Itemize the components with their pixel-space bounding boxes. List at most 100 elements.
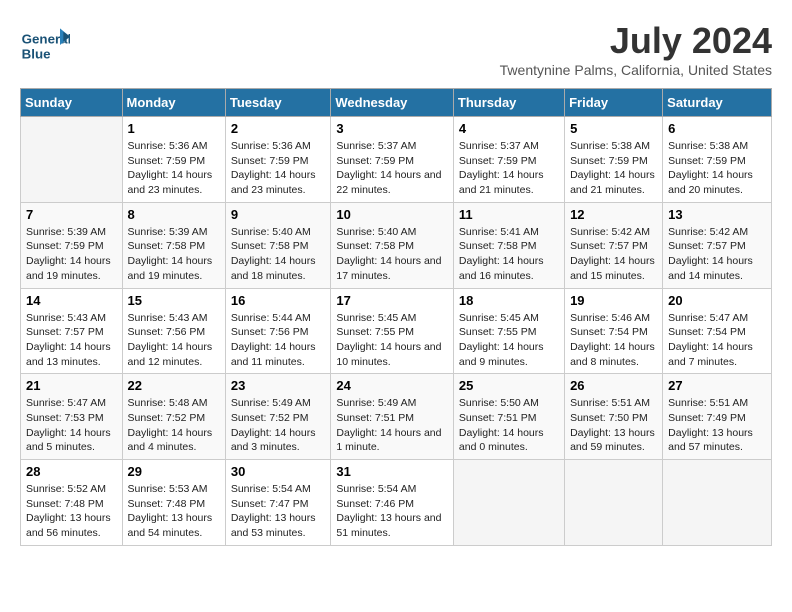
calendar-day-cell: 30Sunrise: 5:54 AM Sunset: 7:47 PM Dayli… xyxy=(225,460,331,546)
day-number: 29 xyxy=(128,464,220,479)
calendar-day-cell: 12 Sunrise: 5:42 AM Sunset: 7:57 PM Dayli… xyxy=(565,202,663,288)
calendar-day-cell xyxy=(453,460,564,546)
calendar-day-cell: 19 Sunrise: 5:46 AM Sunset: 7:54 PM Dayli… xyxy=(565,288,663,374)
logo-icon: General Blue xyxy=(20,20,70,70)
day-number: 6 xyxy=(668,121,766,136)
calendar-day-cell: 2 Sunrise: 5:36 AM Sunset: 7:59 PM Daylig… xyxy=(225,117,331,203)
calendar-day-cell: 20 Sunrise: 5:47 AM Sunset: 7:54 PM Dayli… xyxy=(663,288,772,374)
day-info: Sunrise: 5:39 AM Sunset: 7:58 PM Dayligh… xyxy=(128,225,220,284)
day-info: Sunrise: 5:46 AM Sunset: 7:54 PM Dayligh… xyxy=(570,311,657,370)
day-number: 22 xyxy=(128,378,220,393)
calendar-day-cell xyxy=(21,117,123,203)
day-info: Sunrise: 5:45 AM Sunset: 7:55 PM Dayligh… xyxy=(459,311,559,370)
day-number: 19 xyxy=(570,293,657,308)
calendar-day-cell: 10 Sunrise: 5:40 AM Sunset: 7:58 PM Dayli… xyxy=(331,202,454,288)
calendar-week-row: 1 Sunrise: 5:36 AM Sunset: 7:59 PM Daylig… xyxy=(21,117,772,203)
day-number: 25 xyxy=(459,378,559,393)
day-number: 2 xyxy=(231,121,326,136)
day-number: 24 xyxy=(336,378,448,393)
calendar-day-cell: 22Sunrise: 5:48 AM Sunset: 7:52 PM Dayli… xyxy=(122,374,225,460)
day-info: Sunrise: 5:54 AM Sunset: 7:47 PM Dayligh… xyxy=(231,482,326,541)
calendar-day-cell: 6 Sunrise: 5:38 AM Sunset: 7:59 PM Daylig… xyxy=(663,117,772,203)
calendar-day-cell: 11 Sunrise: 5:41 AM Sunset: 7:58 PM Dayli… xyxy=(453,202,564,288)
day-info: Sunrise: 5:49 AM Sunset: 7:52 PM Dayligh… xyxy=(231,396,326,455)
day-info: Sunrise: 5:42 AM Sunset: 7:57 PM Dayligh… xyxy=(570,225,657,284)
day-number: 9 xyxy=(231,207,326,222)
calendar-day-cell: 13 Sunrise: 5:42 AM Sunset: 7:57 PM Dayli… xyxy=(663,202,772,288)
day-info: Sunrise: 5:39 AM Sunset: 7:59 PM Dayligh… xyxy=(26,225,117,284)
day-info: Sunrise: 5:54 AM Sunset: 7:46 PM Dayligh… xyxy=(336,482,448,541)
day-number: 18 xyxy=(459,293,559,308)
day-info: Sunrise: 5:38 AM Sunset: 7:59 PM Dayligh… xyxy=(570,139,657,198)
day-number: 15 xyxy=(128,293,220,308)
day-info: Sunrise: 5:47 AM Sunset: 7:54 PM Dayligh… xyxy=(668,311,766,370)
day-info: Sunrise: 5:36 AM Sunset: 7:59 PM Dayligh… xyxy=(231,139,326,198)
calendar-day-cell: 9 Sunrise: 5:40 AM Sunset: 7:58 PM Daylig… xyxy=(225,202,331,288)
calendar-day-cell: 24 Sunrise: 5:49 AM Sunset: 7:51 PM Dayli… xyxy=(331,374,454,460)
calendar-day-cell: 16Sunrise: 5:44 AM Sunset: 7:56 PM Dayli… xyxy=(225,288,331,374)
day-info: Sunrise: 5:36 AM Sunset: 7:59 PM Dayligh… xyxy=(128,139,220,198)
calendar-day-cell: 21 Sunrise: 5:47 AM Sunset: 7:53 PM Dayli… xyxy=(21,374,123,460)
day-info: Sunrise: 5:51 AM Sunset: 7:50 PM Dayligh… xyxy=(570,396,657,455)
calendar-day-cell: 18 Sunrise: 5:45 AM Sunset: 7:55 PM Dayli… xyxy=(453,288,564,374)
calendar-day-cell: 25 Sunrise: 5:50 AM Sunset: 7:51 PM Dayli… xyxy=(453,374,564,460)
day-of-week-header: Saturday xyxy=(663,89,772,117)
calendar-week-row: 14 Sunrise: 5:43 AM Sunset: 7:57 PM Dayli… xyxy=(21,288,772,374)
calendar-day-cell: 28 Sunrise: 5:52 AM Sunset: 7:48 PM Dayli… xyxy=(21,460,123,546)
page-header: General Blue July 2024 Twentynine Palms,… xyxy=(20,20,772,78)
day-info: Sunrise: 5:50 AM Sunset: 7:51 PM Dayligh… xyxy=(459,396,559,455)
day-number: 23 xyxy=(231,378,326,393)
day-info: Sunrise: 5:43 AM Sunset: 7:56 PM Dayligh… xyxy=(128,311,220,370)
day-of-week-header: Monday xyxy=(122,89,225,117)
day-number: 28 xyxy=(26,464,117,479)
calendar-week-row: 28 Sunrise: 5:52 AM Sunset: 7:48 PM Dayli… xyxy=(21,460,772,546)
calendar-day-cell: 15 Sunrise: 5:43 AM Sunset: 7:56 PM Dayli… xyxy=(122,288,225,374)
day-info: Sunrise: 5:43 AM Sunset: 7:57 PM Dayligh… xyxy=(26,311,117,370)
day-number: 13 xyxy=(668,207,766,222)
day-number: 31 xyxy=(336,464,448,479)
day-info: Sunrise: 5:45 AM Sunset: 7:55 PM Dayligh… xyxy=(336,311,448,370)
day-info: Sunrise: 5:51 AM Sunset: 7:49 PM Dayligh… xyxy=(668,396,766,455)
calendar-week-row: 21 Sunrise: 5:47 AM Sunset: 7:53 PM Dayli… xyxy=(21,374,772,460)
day-info: Sunrise: 5:47 AM Sunset: 7:53 PM Dayligh… xyxy=(26,396,117,455)
day-number: 7 xyxy=(26,207,117,222)
calendar-day-cell: 8 Sunrise: 5:39 AM Sunset: 7:58 PM Daylig… xyxy=(122,202,225,288)
day-info: Sunrise: 5:40 AM Sunset: 7:58 PM Dayligh… xyxy=(231,225,326,284)
calendar-day-cell: 29 Sunrise: 5:53 AM Sunset: 7:48 PM Dayli… xyxy=(122,460,225,546)
calendar-day-cell: 3Sunrise: 5:37 AM Sunset: 7:59 PM Daylig… xyxy=(331,117,454,203)
month-year-title: July 2024 xyxy=(500,20,772,62)
day-info: Sunrise: 5:49 AM Sunset: 7:51 PM Dayligh… xyxy=(336,396,448,455)
day-number: 12 xyxy=(570,207,657,222)
svg-text:Blue: Blue xyxy=(22,46,51,61)
day-number: 10 xyxy=(336,207,448,222)
calendar-day-cell: 4Sunrise: 5:37 AM Sunset: 7:59 PM Daylig… xyxy=(453,117,564,203)
calendar-week-row: 7 Sunrise: 5:39 AM Sunset: 7:59 PM Daylig… xyxy=(21,202,772,288)
day-info: Sunrise: 5:52 AM Sunset: 7:48 PM Dayligh… xyxy=(26,482,117,541)
calendar-day-cell: 23 Sunrise: 5:49 AM Sunset: 7:52 PM Dayli… xyxy=(225,374,331,460)
day-number: 20 xyxy=(668,293,766,308)
day-number: 1 xyxy=(128,121,220,136)
calendar-day-cell xyxy=(565,460,663,546)
calendar-day-cell: 17 Sunrise: 5:45 AM Sunset: 7:55 PM Dayli… xyxy=(331,288,454,374)
day-info: Sunrise: 5:38 AM Sunset: 7:59 PM Dayligh… xyxy=(668,139,766,198)
calendar-day-cell: 31 Sunrise: 5:54 AM Sunset: 7:46 PM Dayli… xyxy=(331,460,454,546)
day-number: 11 xyxy=(459,207,559,222)
day-info: Sunrise: 5:40 AM Sunset: 7:58 PM Dayligh… xyxy=(336,225,448,284)
day-of-week-header: Sunday xyxy=(21,89,123,117)
day-info: Sunrise: 5:37 AM Sunset: 7:59 PM Dayligh… xyxy=(459,139,559,198)
day-info: Sunrise: 5:41 AM Sunset: 7:58 PM Dayligh… xyxy=(459,225,559,284)
day-info: Sunrise: 5:44 AM Sunset: 7:56 PM Dayligh… xyxy=(231,311,326,370)
day-number: 21 xyxy=(26,378,117,393)
logo: General Blue xyxy=(20,20,70,70)
day-number: 17 xyxy=(336,293,448,308)
day-info: Sunrise: 5:42 AM Sunset: 7:57 PM Dayligh… xyxy=(668,225,766,284)
calendar-header-row: SundayMondayTuesdayWednesdayThursdayFrid… xyxy=(21,89,772,117)
day-of-week-header: Wednesday xyxy=(331,89,454,117)
day-number: 26 xyxy=(570,378,657,393)
location-text: Twentynine Palms, California, United Sta… xyxy=(500,62,772,78)
day-number: 27 xyxy=(668,378,766,393)
day-info: Sunrise: 5:53 AM Sunset: 7:48 PM Dayligh… xyxy=(128,482,220,541)
day-of-week-header: Tuesday xyxy=(225,89,331,117)
day-number: 8 xyxy=(128,207,220,222)
day-number: 14 xyxy=(26,293,117,308)
